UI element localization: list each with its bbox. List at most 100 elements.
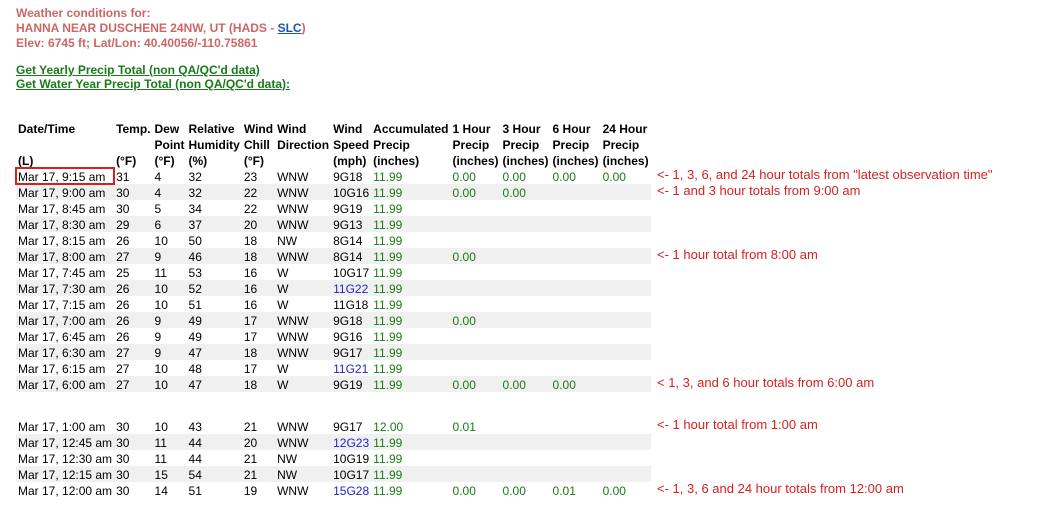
cell-precip-3h [501,200,551,216]
cell-windspeed: 9G17 [331,344,372,360]
cell-windchill: 16 [241,280,276,296]
wind-speed-value: 11 [333,362,346,376]
gust-marker: G [346,436,356,450]
cell-accum-precip: 11.99 [373,330,403,344]
column-header: Direction [277,138,330,152]
cell-humidity: 32 [186,184,242,200]
cell-accum-precip: 11.99 [373,234,403,248]
cell-accum-precip: 11.99 [373,362,403,376]
gust-marker: G [346,266,356,280]
cell-humidity: 51 [188,298,202,312]
column-header: Precip [552,138,590,152]
cell-dewpoint: 10 [154,420,168,434]
cell-precip-1h [451,450,501,466]
wind-gust-value: 18 [349,314,363,328]
cell-humidity: 52 [186,280,242,296]
cell-accum-precip: 11.99 [373,202,403,216]
wind-gust-value: 13 [349,218,363,232]
wind-gust-value: 16 [349,330,363,344]
cell-dewpoint: 11 [154,266,167,280]
cell-dewpoint: 10 [154,362,168,376]
table-row: Mar 17, 8:45 am 30 5 34 22 WNW 9G19 11.99 [16,200,651,216]
cell-precip-6h [550,216,601,232]
cell-precip-3h [500,344,551,360]
cell-windchill: 18 [241,344,276,360]
slc-link[interactable]: SLC [278,21,302,35]
cell-precip-3h [500,312,551,328]
cell-accum-precip: 11.99 [371,376,451,392]
wind-speed-value: 11 [333,282,346,296]
cell-windchill: 18 [243,234,258,248]
cell-datetime: Mar 17, 8:30 am [16,216,115,232]
cell-precip-24h [601,200,651,216]
cell-precip-1h: 0.00 [450,312,501,328]
cell-winddir: W [277,266,289,280]
row-gap [16,392,651,418]
annotation-note: < 1, 3, and 6 hour totals from 6:00 am [657,375,875,390]
cell-accum-precip: 11.99 [371,280,451,296]
column-header: (inches) [452,154,499,168]
table-row: Mar 17, 7:00 am 26 9 49 17 WNW 9G18 11.99 0.00 [16,312,651,328]
table-row: Mar 17, 7:30 am 26 10 52 16 W 11G22 11.99 [16,280,651,296]
cell-winddir: NW [277,234,298,248]
cell-humidity: 48 [188,362,202,376]
cell-humidity: 51 [188,484,202,498]
table-row: Mar 17, 9:00 am 30 4 32 22 WNW 10G16 11.99 0.00 0… [16,184,651,200]
cell-accum-precip: 11.99 [371,312,451,328]
cell-precip-1h: 0.00 [452,484,476,498]
cell-datetime: Mar 17, 1:00 am [18,420,106,434]
cell-dewpoint: 10 [154,298,168,312]
cell-precip-24h [600,466,651,482]
cell-temp: 25 [116,266,130,280]
cell-precip-6h [550,434,601,450]
cell-precip-6h [550,344,601,360]
gust-marker: G [345,362,355,376]
wind-speed-value: 11 [333,298,346,312]
cell-winddir: WNW [277,170,309,184]
cell-precip-1h [450,280,501,296]
cell-precip-6h [551,418,601,434]
annotation-note: <- 1 hour total from 1:00 am [657,417,818,432]
water-year-precip-link[interactable]: Get Water Year Precip Total (non QA/QC'd… [16,77,290,91]
wind-speed-value: 8 [333,234,340,248]
cell-precip-24h [600,434,651,450]
column-header: Speed [333,138,370,152]
station-name: HANNA NEAR DUSCHENE 24NW, UT (HADS - SLC… [16,21,306,35]
cell-precip-3h: 0.00 [500,376,551,392]
gust-marker: G [339,330,350,344]
cell-accum-precip: 11.99 [371,466,451,482]
yearly-precip-link[interactable]: Get Yearly Precip Total (non QA/QC'd dat… [16,63,260,77]
cell-precip-24h [601,296,651,312]
cell-precip-6h [551,450,601,466]
cell-precip-6h [550,312,601,328]
cell-windchill: 22 [243,202,258,216]
cell-precip-6h [550,184,601,200]
wind-gust-value: 23 [355,436,370,450]
column-header: Wind [277,122,307,136]
cell-dewpoint: 9 [152,248,187,264]
column-header: (inches) [602,154,649,168]
cell-windchill: 16 [243,298,258,312]
gust-marker: G [346,484,356,498]
cell-precip-3h [500,434,551,450]
cell-windchill: 18 [241,376,276,392]
gust-marker: G [345,298,355,312]
table-row: Mar 17, 8:30 am 29 6 37 20 WNW 9G13 11.99 [16,216,651,232]
cell-precip-24h [601,450,651,466]
cell-accum-precip: 11.99 [373,484,403,498]
cell-winddir: WNW [275,344,332,360]
cell-dewpoint: 15 [152,466,187,482]
cell-precip-24h [600,184,651,200]
column-header: Temp. [116,122,151,136]
cell-temp: 31 [116,170,130,184]
column-header [16,136,114,152]
cell-precip-1h [450,216,501,232]
column-header: (%) [188,154,208,168]
cell-dewpoint: 9 [152,344,187,360]
cell-datetime: Mar 17, 12:00 am [18,484,113,498]
cell-windspeed: 9G19 [331,376,372,392]
station-elevation: Elev: 6745 ft; Lat/Lon: 40.40056/-110.75… [16,36,258,50]
cell-accum-precip: 12.00 [373,420,404,434]
cell-windspeed: 10G19 [331,450,371,466]
table-row: Mar 17, 12:45 am 30 11 44 20 WNW 12G23 11.99 [16,434,651,450]
